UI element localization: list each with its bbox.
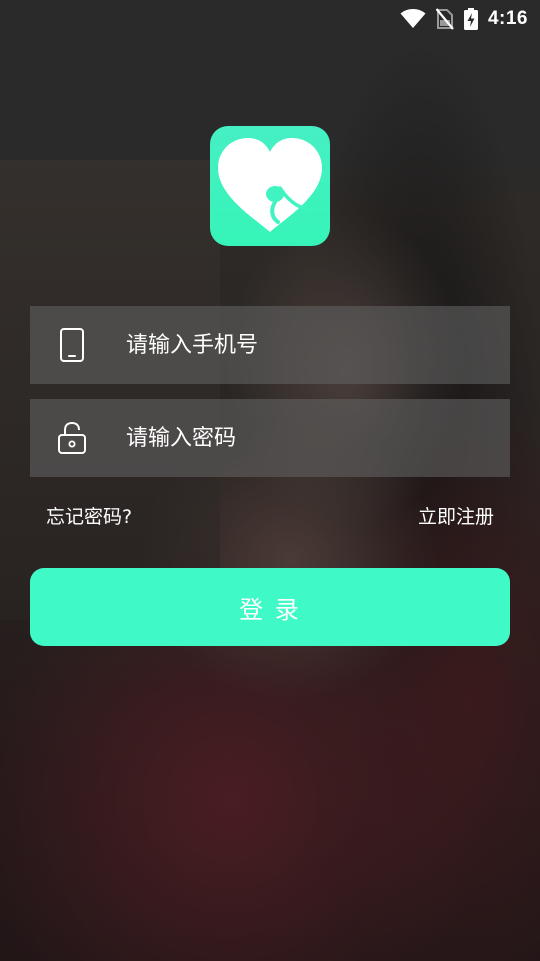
phone-input[interactable] (126, 332, 486, 358)
heart-sperm-logo-icon (218, 138, 322, 232)
unlock-icon (30, 421, 114, 455)
login-button[interactable]: 登 录 (30, 568, 510, 646)
password-input[interactable] (126, 425, 486, 451)
phone-field[interactable] (30, 306, 510, 384)
wifi-icon (400, 9, 426, 29)
forgot-password-link[interactable]: 忘记密码? (46, 502, 132, 529)
background-wall (0, 160, 220, 620)
battery-charging-icon (463, 8, 478, 30)
password-field[interactable] (30, 399, 510, 477)
no-sim-icon (435, 8, 454, 30)
app-logo (210, 126, 330, 246)
register-link[interactable]: 立即注册 (418, 502, 494, 529)
phone-icon (30, 327, 114, 363)
status-bar: 4:16 (0, 0, 540, 38)
status-icons: 4:16 (400, 6, 528, 32)
status-time: 4:16 (487, 8, 528, 29)
